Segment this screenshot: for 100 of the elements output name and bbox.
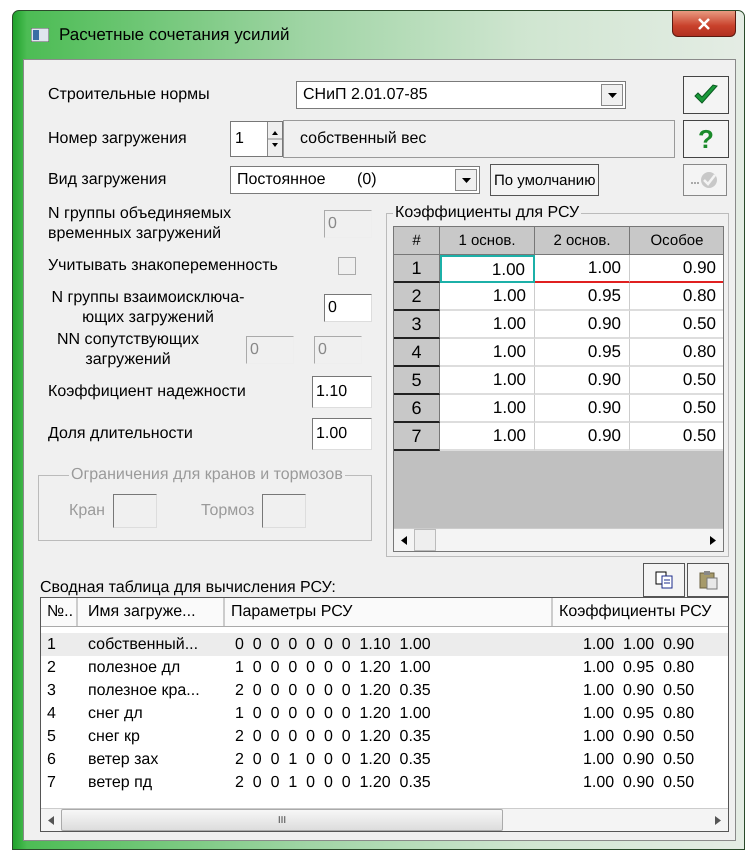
row-header[interactable]: 5	[394, 367, 440, 395]
dropdown-arrow-icon	[608, 92, 616, 98]
table-cell[interactable]: 0.80	[630, 339, 723, 367]
field-label: Номер загружения	[48, 130, 188, 148]
window-icon	[31, 28, 49, 42]
row-header[interactable]: 6	[394, 395, 440, 423]
input-field[interactable]: 1.10	[312, 376, 372, 408]
table-row[interactable]: 5 снег кр 2 0 0 0 0 0 0 1.20 0.35 1.00 0.90 0.50	[41, 725, 728, 748]
table-cell-text: 2	[46, 658, 57, 676]
table-cell-text: 1.00 1.00 0.90	[582, 636, 696, 654]
input-field[interactable]: 1.00	[312, 418, 372, 450]
paste-button[interactable]	[687, 563, 729, 597]
table-cell-text: 0 0 0 0 0 0 0 1.10 1.00	[234, 636, 432, 654]
field-label: Вид загружения	[48, 171, 168, 189]
field-label: Учитывать знакопеременность	[48, 257, 278, 275]
table-cell[interactable]: 1.00	[535, 255, 630, 283]
table-cell[interactable]: 0.95	[535, 283, 630, 311]
help-button[interactable]: ?	[683, 120, 729, 158]
column-header[interactable]: 2 основ.	[535, 227, 630, 255]
table-row[interactable]: 2 полезное дл 1 0 0 0 0 0 0 1.20 1.00 1.00 0.95 0.80	[41, 656, 728, 679]
scroll-right-icon[interactable]	[715, 816, 721, 824]
scroll-left-icon[interactable]	[401, 536, 407, 544]
table-cell[interactable]: 1.00	[440, 339, 535, 367]
table-cell-text: 1.00 0.90 0.50	[582, 682, 696, 700]
table-cell[interactable]: 0.50	[630, 311, 723, 339]
table-cell[interactable]: 0.90	[535, 423, 630, 451]
close-button[interactable]	[672, 11, 736, 37]
table-cell-text: 1 0 0 0 0 0 0 1.20 1.00	[234, 658, 432, 676]
table-cell[interactable]: 0.90	[535, 367, 630, 395]
column-header[interactable]: Имя загруже...	[78, 598, 225, 626]
horizontal-scrollbar[interactable]	[394, 528, 723, 551]
field-label: N группы взаимоисключа-ющих загружений	[50, 288, 246, 328]
table-cell[interactable]: 0.90	[535, 311, 630, 339]
table-cell-text: 2 0 0 1 0 0 0 1.20 0.35	[234, 750, 432, 768]
table-cell-text: 2 0 0 0 0 0 0 1.20 0.35	[234, 682, 432, 700]
scroll-thumb[interactable]: III	[61, 809, 503, 831]
ok-button[interactable]	[683, 76, 729, 114]
field-label: NN сопутствующих загружений	[56, 330, 200, 370]
column-header[interactable]: 1 основ.	[440, 227, 535, 255]
table-cell[interactable]: 1.00	[440, 311, 535, 339]
table-cell-text: 1.00 0.90 0.50	[582, 728, 696, 746]
table-cell-text: ветер зах	[87, 750, 160, 768]
table-row[interactable]: 1 собственный... 0 0 0 0 0 0 0 1.10 1.00 1.00 1.00 0.90	[41, 633, 728, 656]
scroll-left-icon[interactable]	[48, 816, 54, 824]
field-label: Доля длительности	[48, 425, 193, 443]
column-header[interactable]: Коэффициенты РСУ	[553, 598, 728, 626]
column-header[interactable]: №..	[41, 598, 78, 626]
copy-button[interactable]	[643, 563, 685, 597]
field-label: Тормоз	[200, 502, 254, 520]
horizontal-scrollbar[interactable]: III	[41, 808, 728, 831]
input-field[interactable]: 0	[324, 294, 372, 322]
table-cell[interactable]: 1.00	[440, 283, 535, 311]
table-cell-text: 4	[46, 704, 57, 722]
table-cell[interactable]: 1.00	[440, 423, 535, 451]
load-number-spinner[interactable]: 1	[230, 121, 283, 157]
table-cell-text: 1.00 0.90 0.50	[582, 750, 696, 768]
table-cell-text: 1	[46, 636, 57, 654]
table-cell-text: полезное кра...	[87, 682, 201, 700]
table-cell[interactable]: 1.00	[440, 395, 535, 423]
clipboard-icon	[698, 570, 718, 590]
table-cell[interactable]: 0.50	[630, 395, 723, 423]
scroll-right-icon[interactable]	[710, 536, 716, 544]
column-header[interactable]: Особое	[630, 227, 723, 255]
table-row[interactable]: 7 ветер пд 2 0 0 1 0 0 0 1.20 0.35 1.00 0.90 0.50	[41, 771, 728, 794]
table-cell-text: снег кр	[87, 728, 141, 746]
column-header[interactable]: #	[394, 227, 440, 255]
checkmark-icon	[693, 84, 719, 106]
scroll-thumb[interactable]	[414, 529, 436, 551]
table-cell-text: 2 0 0 0 0 0 0 1.20 0.35	[234, 728, 432, 746]
load-type-dropdown[interactable]: Постоянное (0)	[230, 166, 480, 194]
table-row[interactable]: 6 ветер зах 2 0 0 1 0 0 0 1.20 0.35 1.00 0.90 0.50	[41, 748, 728, 771]
table-cell[interactable]: 0.50	[630, 367, 723, 395]
table-cell-text: собственный...	[87, 636, 200, 654]
window-title: Расчетные сочетания усилий	[59, 25, 290, 45]
table-cell[interactable]: 0.90	[535, 395, 630, 423]
column-header[interactable]: Параметры РСУ	[225, 598, 553, 626]
row-header[interactable]: 7	[394, 423, 440, 451]
table-cell-text: ветер пд	[87, 774, 154, 792]
row-header[interactable]: 2	[394, 283, 440, 311]
table-row[interactable]: 4 снег дл 1 0 0 0 0 0 0 1.20 1.00 1.00 0.95 0.80	[41, 702, 728, 725]
table-cell[interactable]: 0.90	[630, 255, 723, 283]
field-label: Строительные нормы	[48, 86, 208, 104]
table-cell-text: 2 0 0 1 0 0 0 1.20 0.35	[234, 774, 432, 792]
table-row[interactable]: 3 полезное кра... 2 0 0 0 0 0 0 1.20 0.35 1.00 0.90 0.50	[41, 679, 728, 702]
row-header[interactable]: 3	[394, 311, 440, 339]
section-title: Сводная таблица для вычисления РСУ:	[40, 579, 336, 597]
load-name-field[interactable]: собственный вес	[283, 120, 675, 158]
dropdown-arrow-icon	[462, 178, 470, 182]
row-header[interactable]: 1	[394, 255, 440, 283]
table-cell-text: 1.00 0.95 0.80	[582, 704, 696, 722]
table-cell[interactable]: 0.50	[630, 423, 723, 451]
default-button[interactable]: По умолчанию	[490, 164, 600, 196]
check-icon	[690, 170, 720, 190]
norms-dropdown[interactable]: СНиП 2.01.07-85	[296, 81, 626, 109]
table-cell-text: снег дл	[87, 704, 144, 722]
table-cell[interactable]: 0.95	[535, 339, 630, 367]
table-cell[interactable]: 1.00	[440, 367, 535, 395]
table-cell[interactable]: 1.00	[440, 255, 535, 283]
table-cell[interactable]: 0.80	[630, 283, 723, 311]
row-header[interactable]: 4	[394, 339, 440, 367]
